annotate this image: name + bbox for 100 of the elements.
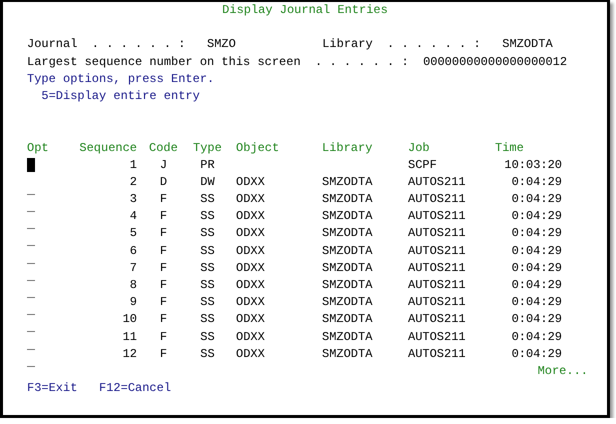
table-cell: ODXX	[236, 294, 265, 312]
table-cell-text: 7	[130, 260, 137, 277]
table-cell: J	[160, 156, 168, 174]
column-header: Type	[193, 140, 222, 154]
table-cell: ODXX	[236, 346, 265, 363]
table-cell-text: 5	[130, 225, 137, 242]
table-cell: SMZODTA	[322, 346, 372, 363]
table-cell: 10:03:20	[504, 156, 562, 174]
table-cell: ODXX	[236, 242, 265, 260]
table-cell: ODXX	[236, 328, 265, 346]
table-cell: SS	[200, 328, 215, 346]
table-cell: 0:04:29	[512, 294, 562, 312]
table-cell: SCPF	[408, 156, 437, 174]
table-cell: AUTOS211	[408, 242, 466, 260]
table-cell: F	[160, 191, 168, 208]
table-cell: AUTOS211	[408, 346, 466, 363]
instruction-text: Type options, press Enter.	[27, 70, 214, 88]
table-cell: SMZODTA	[322, 294, 372, 312]
column-header: Time	[495, 140, 524, 154]
column-header: Code	[149, 140, 178, 154]
table-cell: F	[160, 294, 168, 312]
table-cell: SS	[200, 191, 215, 208]
input-field[interactable]	[27, 158, 35, 173]
field-value: SMZODTA	[502, 36, 553, 54]
table-cell-text: ODXX	[236, 277, 265, 294]
table-cell: AUTOS211	[408, 191, 466, 208]
table-cell: PR	[200, 156, 215, 174]
table-cell-text: SS	[200, 277, 215, 294]
table-cell-text: F	[160, 311, 168, 328]
field-label: Largest sequence number on this screen . . . . . . :	[27, 54, 410, 71]
column-header: Library	[322, 140, 372, 154]
table-cell-text: F	[160, 277, 168, 294]
table-cell: 0:04:29	[512, 242, 562, 260]
table-cell: SMZODTA	[322, 208, 372, 226]
table-cell-text: ODXX	[236, 174, 265, 191]
table-cell-text: ODXX	[236, 225, 265, 242]
table-cell-text: AUTOS211	[408, 277, 466, 294]
field-value: 00000000000000000012	[423, 54, 568, 71]
table-cell-text: SMZODTA	[322, 225, 372, 242]
function-key-text[interactable]: F12=Cancel	[99, 380, 172, 398]
table-cell: F	[160, 208, 168, 226]
table-cell: ODXX	[236, 208, 265, 226]
table-cell: SMZODTA	[322, 328, 372, 346]
table-cell-text: SMZODTA	[322, 260, 372, 277]
table-cell-text: 2	[130, 174, 137, 191]
table-cell: AUTOS211	[408, 328, 466, 346]
table-cell: 0:04:29	[512, 208, 562, 226]
table-cell-text: 0:04:29	[512, 311, 562, 328]
table-cell: SS	[200, 242, 215, 260]
table-cell-text: SS	[200, 311, 215, 328]
table-cell-text: 0:04:29	[512, 277, 562, 294]
column-header: Opt	[27, 140, 49, 154]
table-cell: F	[160, 346, 168, 363]
table-cell: SMZODTA	[322, 191, 372, 208]
table-cell-text: AUTOS211	[408, 311, 466, 328]
table-cell: F	[160, 328, 168, 346]
table-cell: 12	[122, 346, 137, 363]
table-cell-text: F	[160, 225, 168, 242]
table-cell-text: ODXX	[236, 260, 265, 277]
table-cell-text: AUTOS211	[408, 225, 466, 242]
table-cell-text: AUTOS211	[408, 260, 466, 277]
screen-title: Display Journal Entries	[222, 2, 388, 19]
table-cell-text: F	[160, 260, 168, 277]
table-cell-text: D	[160, 174, 168, 191]
table-cell-text: DW	[200, 174, 215, 191]
table-cell: 9	[130, 294, 137, 312]
table-cell: ODXX	[236, 191, 265, 208]
column-header: Job	[408, 140, 430, 154]
function-key-text[interactable]: F3=Exit	[27, 380, 78, 398]
column-header: Object	[236, 140, 280, 154]
table-cell-text: 10	[122, 311, 137, 328]
table-cell-text: SMZODTA	[322, 311, 372, 328]
table-cell-text: SMZODTA	[322, 174, 372, 191]
table-cell: AUTOS211	[408, 294, 466, 312]
field-label: Journal . . . . . . :	[27, 36, 186, 54]
table-cell: 4	[130, 208, 137, 226]
table-cell-text: SS	[200, 260, 215, 277]
table-cell: 1	[130, 156, 137, 174]
field-label: Library . . . . . . :	[322, 36, 482, 54]
table-cell: 6	[130, 242, 137, 260]
table-cell-text: 0:04:29	[512, 174, 562, 191]
table-cell: 0:04:29	[512, 328, 562, 346]
table-cell-text: SMZODTA	[322, 277, 372, 294]
table-cell: 3	[130, 191, 137, 208]
table-cell: 0:04:29	[512, 191, 562, 208]
table-cell-text: AUTOS211	[408, 174, 466, 191]
table-cell: F	[160, 242, 168, 260]
field-value: SMZO	[207, 36, 237, 54]
table-cell-text: 8	[130, 277, 137, 294]
table-cell: SS	[200, 208, 215, 226]
table-cell: 11	[122, 328, 137, 346]
more-indicator: More...	[538, 362, 588, 380]
cursor-icon	[27, 158, 35, 172]
table-cell-text: ODXX	[236, 311, 265, 328]
column-header: Sequence	[79, 140, 137, 154]
table-cell: SS	[200, 346, 215, 363]
table-cell-text: 0:04:29	[512, 260, 562, 277]
table-cell-text: SS	[200, 225, 215, 242]
table-cell: SMZODTA	[322, 242, 372, 260]
table-cell: 0:04:29	[512, 346, 562, 363]
